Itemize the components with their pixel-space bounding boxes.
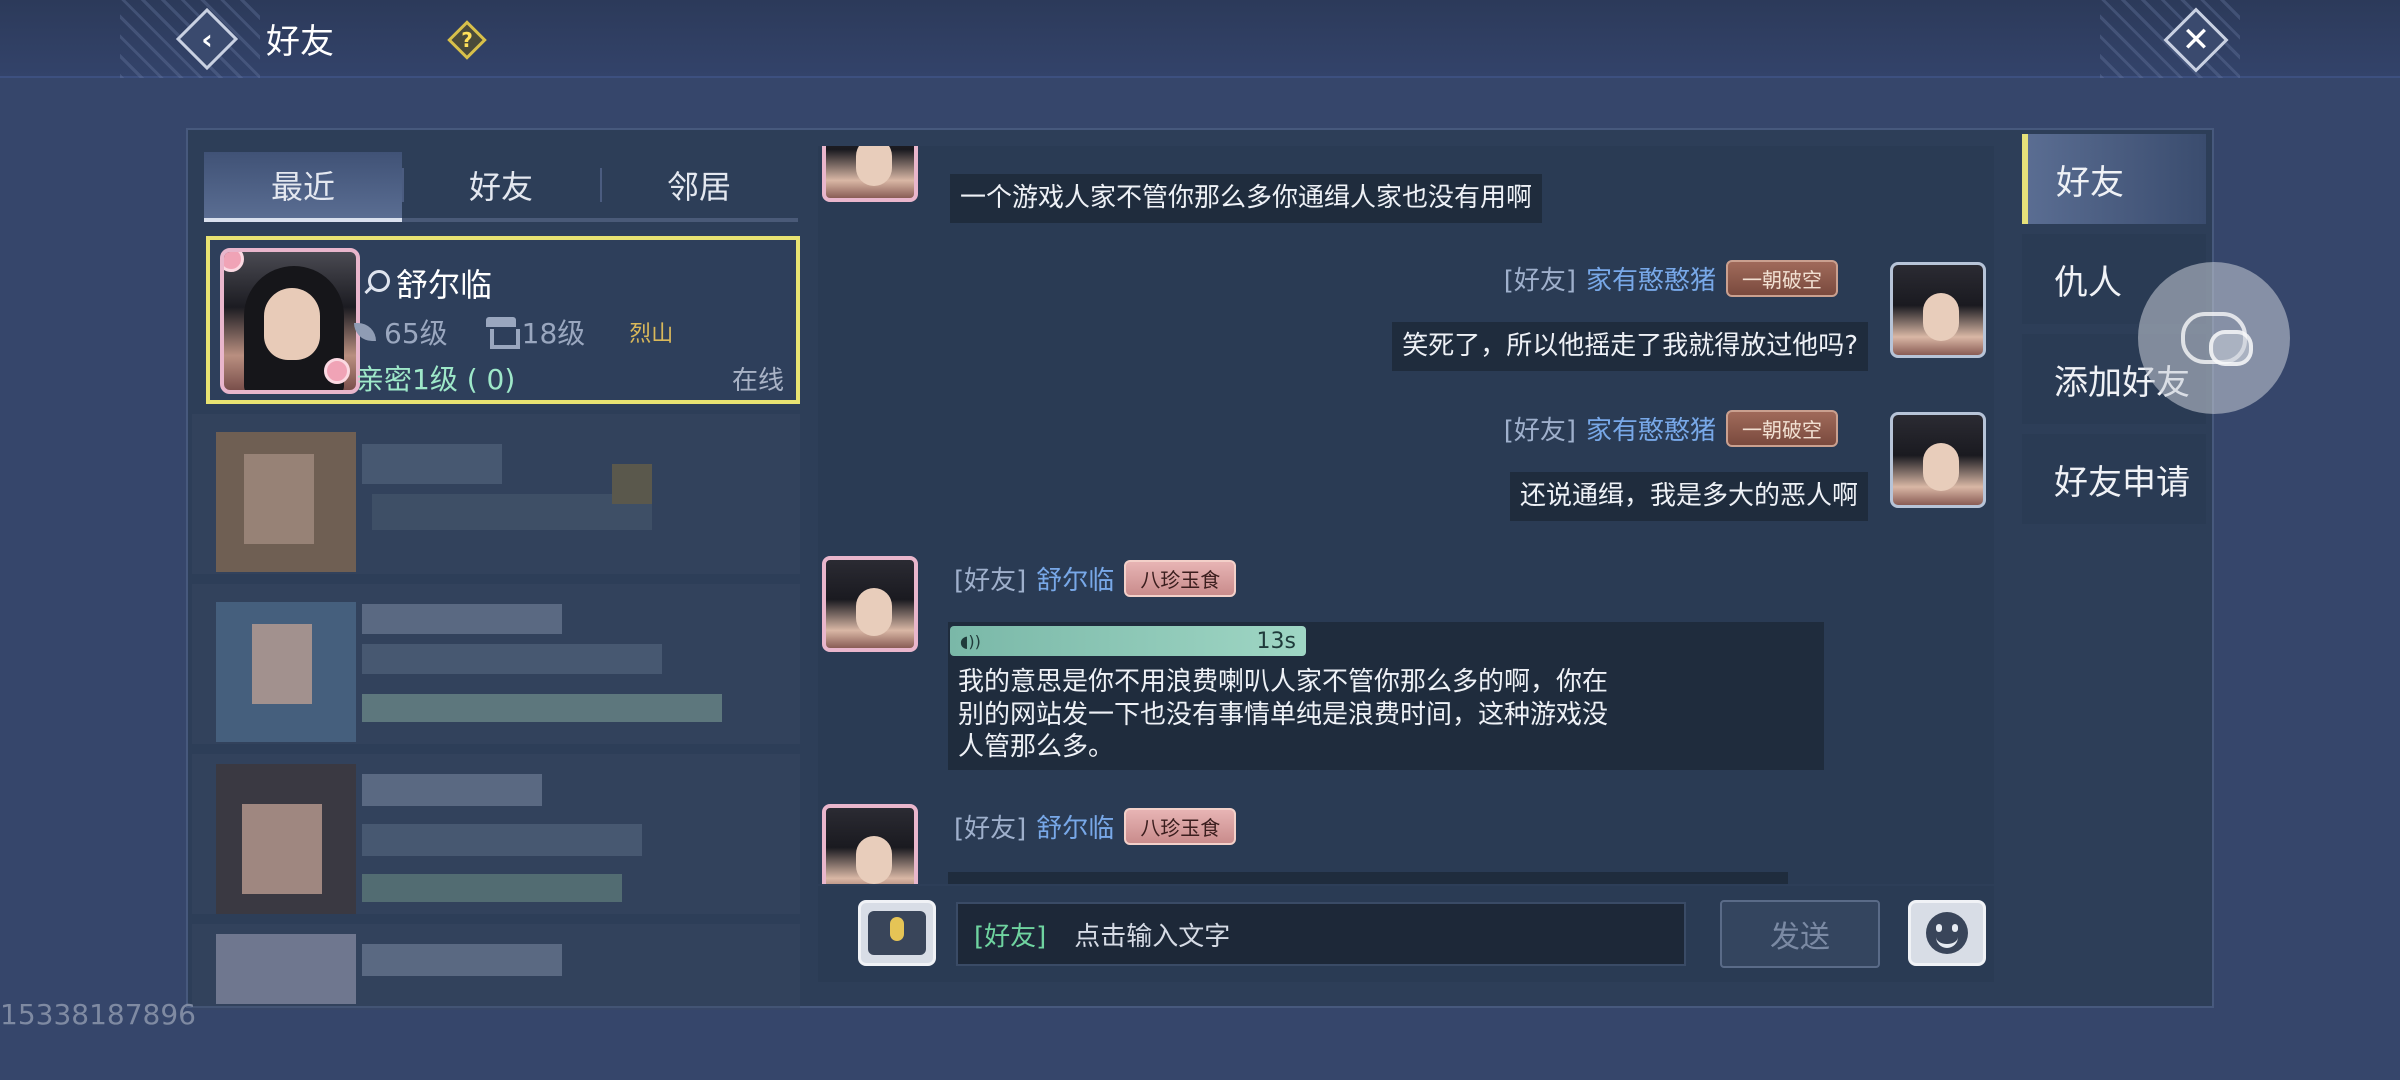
level-icon <box>350 319 380 345</box>
sender-name[interactable]: 舒尔临 <box>1036 560 1114 597</box>
smiley-icon <box>1926 912 1968 954</box>
list-item[interactable] <box>192 414 800 574</box>
voice-input-button[interactable] <box>858 900 936 966</box>
search-icon[interactable] <box>360 268 390 298</box>
send-button[interactable]: 发送 <box>1720 900 1880 968</box>
chat-log[interactable]: 一个游戏人家不管你那么多你通缉人家也没有用啊 [好友] 家有憨憨猪 一朝破空 笑… <box>818 146 1994 884</box>
list-item[interactable] <box>192 924 800 1010</box>
sender-name[interactable]: 家有憨憨猪 <box>1586 410 1716 447</box>
title-badge: 八珍玉食 <box>1124 808 1237 845</box>
title-badge: 一朝破空 <box>1726 410 1838 447</box>
avatar[interactable] <box>1890 262 1986 358</box>
avatar <box>220 248 360 394</box>
microphone-icon <box>868 911 926 955</box>
avatar[interactable] <box>1890 412 1986 508</box>
online-status: 在线 <box>731 366 784 396</box>
message-header: [好友] 家有憨憨猪 一朝破空 <box>1504 410 1838 447</box>
sender-name[interactable]: 舒尔临 <box>1036 808 1114 845</box>
top-bar: ‹ 好友 ? ✕ <box>0 0 2400 78</box>
input-channel-label: [好友] <box>974 921 1047 952</box>
voice-wave-icon: ◖)) <box>960 631 981 651</box>
tab-recent[interactable]: 最近 <box>204 152 402 222</box>
emoji-button[interactable] <box>1908 900 1986 966</box>
chat-message: 一个游戏人家不管你那么多你通缉人家也没有用啊 <box>950 174 1543 223</box>
list-item[interactable] <box>192 754 800 914</box>
flower-icon <box>224 252 244 272</box>
house-icon <box>484 317 520 349</box>
chat-input-bar: [好友] 点击输入文字 发送 <box>818 886 1994 982</box>
chat-text-input[interactable]: [好友] 点击输入文字 <box>956 902 1686 966</box>
friend-list-tabs: 最近 好友 邻居 <box>204 152 798 222</box>
friend-list <box>192 414 800 1010</box>
watermark: 15338187896 <box>0 998 196 1031</box>
chat-bubble-icon <box>2181 312 2253 366</box>
page-title: 好友 <box>266 22 334 62</box>
avatar[interactable] <box>822 804 918 884</box>
flower-icon <box>324 358 350 384</box>
title-badge: 一朝破空 <box>1726 260 1838 297</box>
tab-friends[interactable]: 好友 <box>402 152 600 222</box>
side-item-friend-requests[interactable]: 好友申请 <box>2022 434 2206 524</box>
voice-message-bar[interactable]: ◖)) 13s <box>950 626 1306 656</box>
chat-message: 笑死了，所以他摇走了我就得放过他吗? <box>1392 322 1868 371</box>
intimacy-level: 亲密1级 ( 0) <box>356 363 516 396</box>
side-item-friends[interactable]: 好友 <box>2022 134 2206 224</box>
list-item[interactable] <box>192 584 800 744</box>
chat-message <box>948 872 1788 884</box>
friend-name: 舒尔临 <box>396 266 493 304</box>
back-button[interactable]: ‹ <box>175 7 239 71</box>
server-name: 烈山 <box>629 322 674 347</box>
player-level: 65级 <box>350 312 448 352</box>
help-button[interactable]: ? <box>447 20 487 60</box>
avatar[interactable] <box>822 146 918 202</box>
friend-card-selected[interactable]: 舒尔临 65级 18级 烈山 亲密1级 ( 0) 在线 <box>206 236 800 404</box>
input-placeholder: 点击输入文字 <box>1074 921 1231 952</box>
close-button[interactable]: ✕ <box>2163 7 2229 73</box>
title-badge: 八珍玉食 <box>1124 560 1237 597</box>
message-header: [好友] 舒尔临 八珍玉食 <box>954 808 1237 845</box>
message-header: [好友] 舒尔临 八珍玉食 <box>954 560 1237 597</box>
tab-neighbors[interactable]: 邻居 <box>600 152 798 222</box>
message-header: [好友] 家有憨憨猪 一朝破空 <box>1504 260 1838 297</box>
house-level: 18级 <box>484 312 585 352</box>
chat-message: 还说通缉，我是多大的恶人啊 <box>1509 472 1868 521</box>
avatar[interactable] <box>822 556 918 652</box>
floating-chat-button[interactable] <box>2138 262 2290 414</box>
sender-name[interactable]: 家有憨憨猪 <box>1586 260 1716 297</box>
